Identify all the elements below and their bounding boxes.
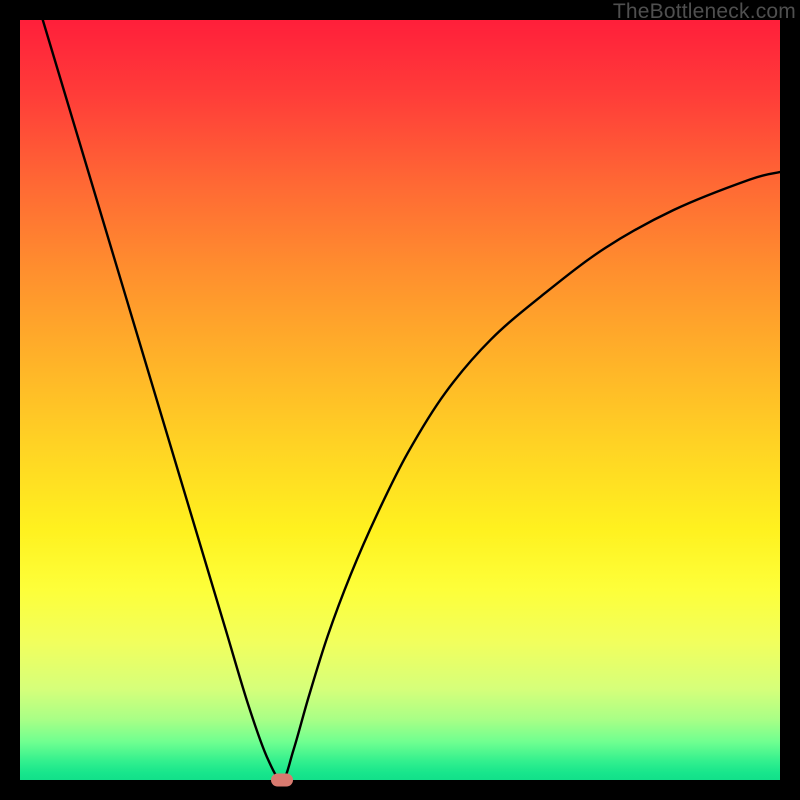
watermark-text: TheBottleneck.com [613,0,796,24]
bottleneck-gradient-background [20,20,780,780]
chart-plot-area [20,20,780,780]
